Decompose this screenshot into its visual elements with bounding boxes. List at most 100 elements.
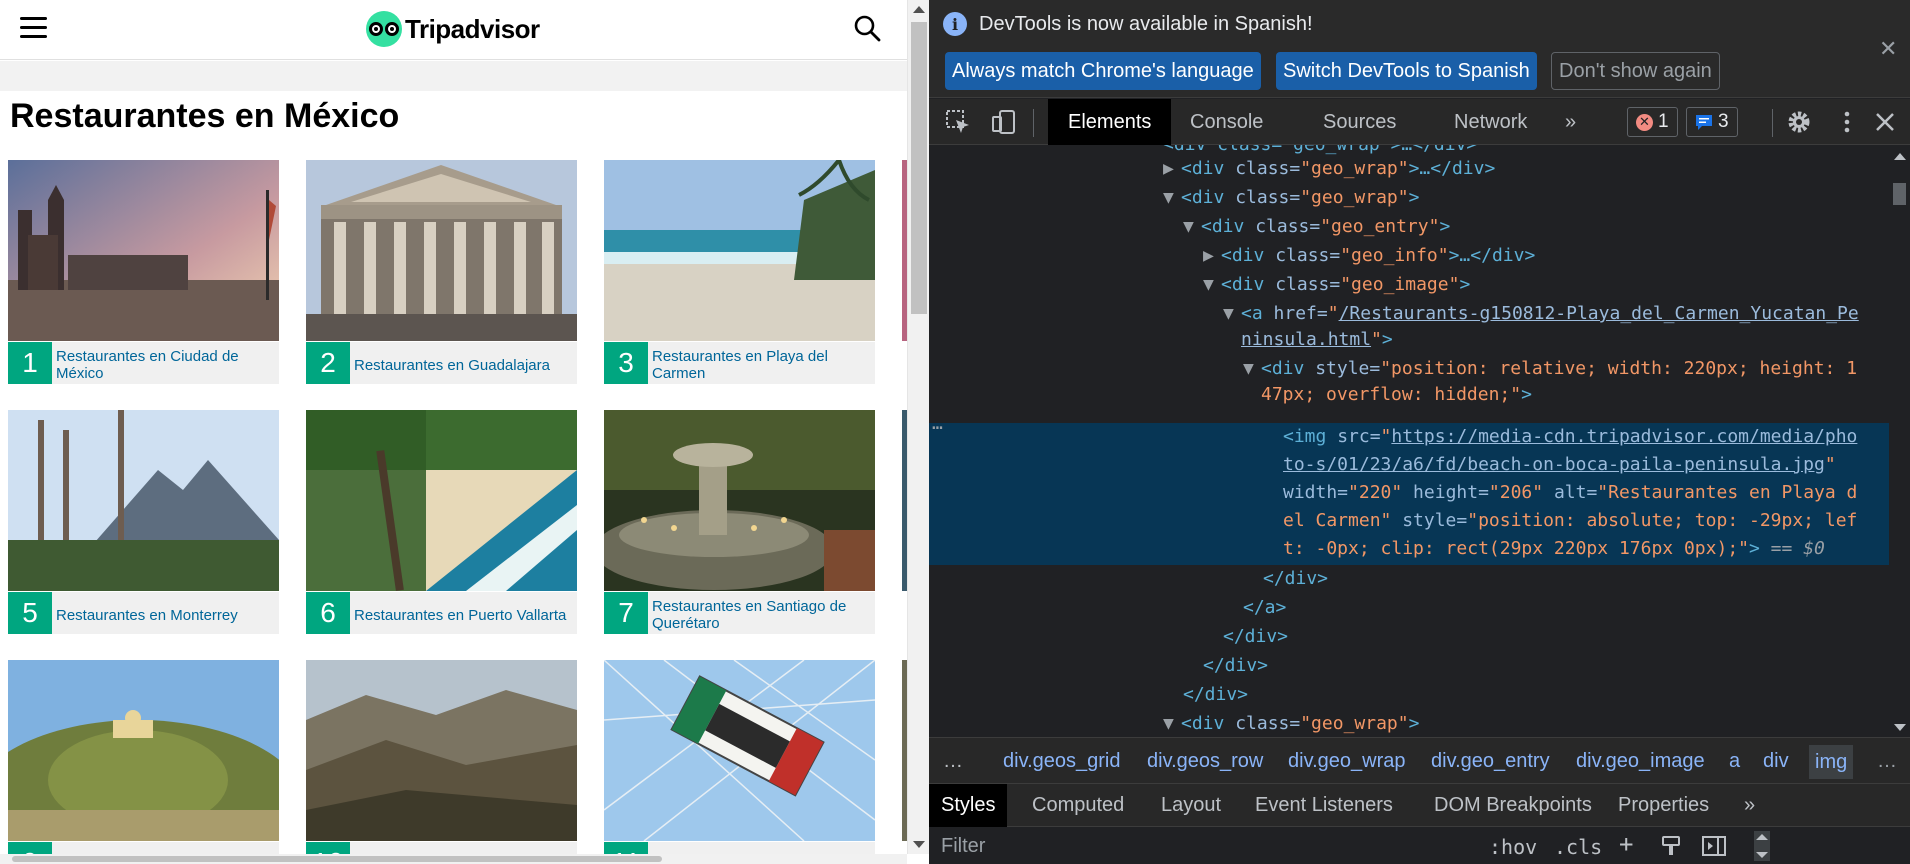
device-toolbar-icon[interactable] xyxy=(991,109,1017,135)
hover-state-toggle[interactable]: :hov xyxy=(1489,835,1537,859)
destination-card[interactable]: 6 Restaurantes en Puerto Vallarta xyxy=(306,410,577,634)
scroll-up-icon[interactable] xyxy=(913,6,925,13)
card-rank: 2 xyxy=(306,342,350,384)
destination-photo xyxy=(306,660,577,841)
dom-close-tag[interactable]: </div> xyxy=(1203,652,1268,680)
dom-node[interactable]: ▼ <div class="geo_wrap"> xyxy=(1163,184,1419,212)
class-toggle[interactable]: .cls xyxy=(1554,835,1602,859)
destination-card[interactable]: 5 Restaurantes en Monterrey xyxy=(8,410,279,634)
card-title[interactable]: Restaurantes en Ciudad de México xyxy=(52,342,279,384)
dom-tree[interactable]: <div class="geo_wrap">…</div> ▶<div clas… xyxy=(929,145,1889,737)
tab-dom-breakpoints[interactable]: DOM Breakpoints xyxy=(1422,784,1604,827)
dom-node[interactable]: ▼ <div style="position: relative; width: … xyxy=(1243,355,1857,383)
message-count-badge[interactable]: 3 xyxy=(1686,107,1738,137)
destination-card[interactable]: 10 xyxy=(306,660,577,864)
tab-console[interactable]: Console xyxy=(1170,99,1283,145)
tab-computed[interactable]: Computed xyxy=(1020,784,1136,827)
styles-filter-input[interactable] xyxy=(941,833,1341,859)
always-match-language-button[interactable]: Always match Chrome's language xyxy=(945,52,1261,90)
destination-card[interactable]: 7 Restaurantes en Santiago de Querétaro xyxy=(604,410,875,634)
page-vertical-scrollbar[interactable] xyxy=(907,0,929,854)
card-title[interactable]: Restaurantes en Puerto Vallarta xyxy=(350,592,577,634)
card-rank: 3 xyxy=(604,342,648,384)
more-options-icon[interactable] xyxy=(1834,109,1860,135)
dom-close-tag[interactable]: </a> xyxy=(1243,594,1286,622)
close-icon[interactable]: ✕ xyxy=(1879,36,1897,62)
dom-node-continued: ninsula.html"> xyxy=(1241,329,1393,350)
dom-node[interactable]: ▶ <div class="geo_wrap">…</div> xyxy=(1163,155,1495,183)
filter-scrollbar[interactable] xyxy=(1754,831,1770,861)
tab-styles[interactable]: Styles xyxy=(929,784,1008,827)
tab-event-listeners[interactable]: Event Listeners xyxy=(1243,784,1405,827)
tab-sources[interactable]: Sources xyxy=(1303,99,1416,145)
breadcrumb-item[interactable]: div.geo_entry xyxy=(1431,750,1550,773)
breadcrumb-item[interactable]: a xyxy=(1729,750,1740,773)
search-icon[interactable] xyxy=(853,14,881,42)
new-rule-button[interactable]: + xyxy=(1619,830,1633,858)
breadcrumb-item[interactable]: div.geo_image xyxy=(1576,750,1705,773)
tab-layout[interactable]: Layout xyxy=(1149,784,1233,827)
breadcrumb-item-current[interactable]: img xyxy=(1809,745,1854,779)
card-title[interactable]: Restaurantes en Monterrey xyxy=(52,592,279,634)
error-count-badge[interactable]: ✕ 1 xyxy=(1627,107,1678,137)
tripadvisor-logo[interactable]: Tripadvisor xyxy=(366,11,540,47)
dom-node-continued: width="220" height="206" alt="Restaurant… xyxy=(1283,482,1858,503)
dom-node-continued: t: -0px; clip: rect(29px 220px 176px 0px… xyxy=(1283,538,1825,559)
tab-elements[interactable]: Elements xyxy=(1048,99,1172,145)
destination-card[interactable]: 9 xyxy=(8,660,279,864)
dom-node-selected[interactable]: <img src="https://media-cdn.tripadvisor.… xyxy=(1283,423,1857,451)
website-viewport: Tripadvisor Restaurantes en México 1 Res… xyxy=(0,0,929,864)
card-title[interactable]: Restaurantes en Guadalajara xyxy=(350,342,577,384)
scroll-thumb[interactable] xyxy=(12,856,662,862)
card-title[interactable]: Restaurantes en Playa del Carmen xyxy=(648,342,875,384)
dom-close-tag[interactable]: </div> xyxy=(1183,681,1248,709)
scroll-up-icon[interactable] xyxy=(1756,834,1768,840)
breadcrumb-scroll-right[interactable]: … xyxy=(1877,750,1897,773)
breadcrumb-item[interactable]: div.geo_wrap xyxy=(1288,750,1405,773)
dom-node[interactable]: ▼ <div class="geo_image"> xyxy=(1203,271,1470,299)
destination-photo xyxy=(8,160,279,341)
settings-gear-icon[interactable] xyxy=(1786,109,1812,135)
breadcrumb-scroll-left[interactable]: … xyxy=(943,750,963,773)
more-tabs-icon[interactable]: » xyxy=(1545,99,1596,145)
more-subtabs-icon[interactable]: » xyxy=(1732,784,1767,827)
destination-card[interactable]: 3 Restaurantes en Playa del Carmen xyxy=(604,160,875,384)
dom-node[interactable]: ▼ <div class="geo_wrap"> xyxy=(1163,710,1419,737)
inspect-element-icon[interactable] xyxy=(945,109,971,135)
menu-icon[interactable] xyxy=(20,17,47,39)
dom-node[interactable]: ▼ <div class="geo_entry"> xyxy=(1183,213,1450,241)
dom-close-tag[interactable]: </div> xyxy=(1263,565,1328,593)
scroll-thumb[interactable] xyxy=(1893,183,1906,205)
destination-card[interactable]: 11 xyxy=(604,660,875,864)
close-devtools-icon[interactable] xyxy=(1872,109,1898,135)
dom-node[interactable]: ▼ <a href="/Restaurants-g150812-Playa_del… xyxy=(1223,300,1859,328)
card-rank: 5 xyxy=(8,592,52,634)
page-horizontal-scrollbar[interactable] xyxy=(0,854,907,864)
scroll-down-icon[interactable] xyxy=(1894,724,1906,731)
error-icon: ✕ xyxy=(1636,113,1653,131)
node-options-icon[interactable]: … xyxy=(932,410,943,438)
destination-card[interactable]: 2 Restaurantes en Guadalajara xyxy=(306,160,577,384)
scroll-down-icon[interactable] xyxy=(913,841,925,848)
scroll-down-icon[interactable] xyxy=(1756,852,1768,858)
dom-close-tag[interactable]: </div> xyxy=(1223,623,1288,651)
breadcrumb-item[interactable]: div.geos_grid xyxy=(1003,750,1120,773)
destination-card[interactable]: 1 Restaurantes en Ciudad de México xyxy=(8,160,279,384)
breadcrumb-item[interactable]: div.geos_row xyxy=(1147,750,1263,773)
language-infobar: i DevTools is now available in Spanish! … xyxy=(929,0,1910,98)
paint-brush-icon[interactable] xyxy=(1660,835,1682,857)
dont-show-again-button[interactable]: Don't show again xyxy=(1551,52,1720,90)
devtools-panel: i DevTools is now available in Spanish! … xyxy=(929,0,1910,864)
toggle-sidebar-icon[interactable] xyxy=(1702,835,1726,857)
dom-node[interactable]: ▶ <div class="geo_info">…</div> xyxy=(1203,242,1535,270)
switch-to-spanish-button[interactable]: Switch DevTools to Spanish xyxy=(1276,52,1537,90)
card-title[interactable]: Restaurantes en Santiago de Querétaro xyxy=(648,592,875,634)
breadcrumb-item[interactable]: div xyxy=(1763,750,1789,773)
tab-network[interactable]: Network xyxy=(1434,99,1547,145)
message-icon xyxy=(1696,114,1712,130)
destination-photo xyxy=(8,660,279,841)
dom-scrollbar[interactable] xyxy=(1889,145,1910,737)
scroll-thumb[interactable] xyxy=(911,22,927,314)
scroll-up-icon[interactable] xyxy=(1894,153,1906,160)
tab-properties[interactable]: Properties xyxy=(1606,784,1721,827)
